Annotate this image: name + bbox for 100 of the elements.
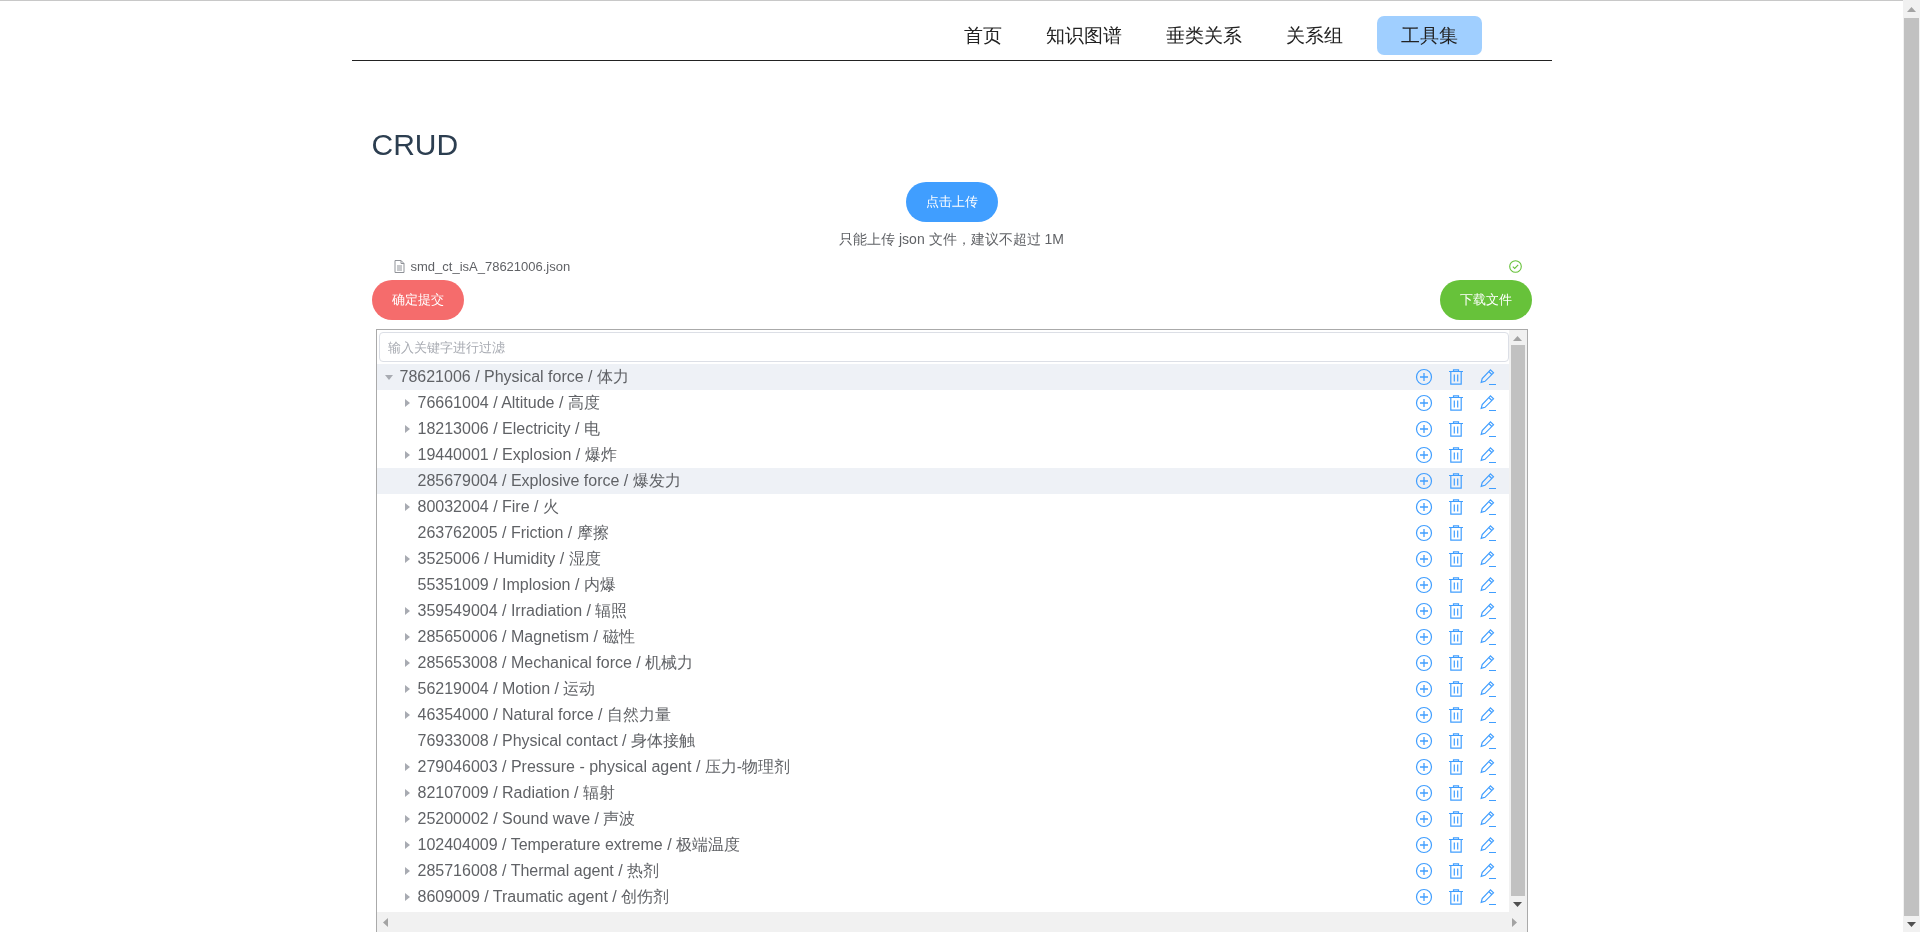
tree-node[interactable]: 80032004 / Fire / 火 — [376, 494, 1509, 520]
tree-node[interactable]: 19440001 / Explosion / 爆炸 — [376, 442, 1509, 468]
nav-link[interactable]: 垂类关系 — [1145, 16, 1262, 55]
delete-icon[interactable] — [1446, 498, 1465, 516]
delete-icon[interactable] — [1446, 628, 1465, 646]
node-label: 76933008 / Physical contact / 身体接触 — [417, 730, 696, 751]
horizontal-scrollbar[interactable] — [376, 912, 1527, 932]
delete-icon[interactable] — [1446, 472, 1465, 490]
delete-icon[interactable] — [1446, 524, 1465, 542]
add-icon[interactable] — [1414, 628, 1433, 646]
edit-icon[interactable] — [1478, 602, 1497, 620]
delete-icon[interactable] — [1446, 706, 1465, 724]
tree-node[interactable]: 76661004 / Altitude / 高度 — [376, 390, 1509, 416]
edit-icon[interactable] — [1478, 654, 1497, 672]
add-icon[interactable] — [1414, 472, 1433, 490]
edit-icon[interactable] — [1478, 680, 1497, 698]
tree-node[interactable]: 78621006 / Physical force / 体力 — [376, 364, 1509, 390]
edit-icon[interactable] — [1478, 472, 1497, 490]
edit-icon[interactable] — [1478, 836, 1497, 854]
add-icon[interactable] — [1414, 758, 1433, 776]
tree-node[interactable]: 56219004 / Motion / 运动 — [376, 676, 1509, 702]
add-icon[interactable] — [1414, 706, 1433, 724]
edit-icon[interactable] — [1478, 420, 1497, 438]
delete-icon[interactable] — [1446, 368, 1465, 386]
tree-node[interactable]: 76933008 / Physical contact / 身体接触 — [376, 728, 1509, 754]
edit-icon[interactable] — [1478, 394, 1497, 412]
delete-icon[interactable] — [1446, 576, 1465, 594]
add-icon[interactable] — [1414, 680, 1433, 698]
add-icon[interactable] — [1414, 524, 1433, 542]
add-icon[interactable] — [1414, 446, 1433, 464]
add-icon[interactable] — [1414, 420, 1433, 438]
edit-icon[interactable] — [1478, 368, 1497, 386]
scroll-right-icon[interactable] — [1511, 917, 1517, 927]
delete-icon[interactable] — [1446, 654, 1465, 672]
delete-icon[interactable] — [1446, 810, 1465, 828]
add-icon[interactable] — [1414, 784, 1433, 802]
nav-link[interactable]: 知识图谱 — [1025, 16, 1142, 55]
add-icon[interactable] — [1414, 576, 1433, 594]
filter-input[interactable]: 输入关键字进行过滤 — [378, 332, 1509, 362]
add-icon[interactable] — [1414, 654, 1433, 672]
delete-icon[interactable] — [1446, 602, 1465, 620]
tree-node[interactable]: 25200002 / Sound wave / 声波 — [376, 806, 1509, 832]
edit-icon[interactable] — [1478, 498, 1497, 516]
tree-node[interactable]: 359549004 / Irradiation / 辐照 — [376, 598, 1509, 624]
tree-node[interactable]: 3525006 / Humidity / 湿度 — [376, 546, 1509, 572]
nav-link[interactable]: 首页 — [943, 16, 1022, 55]
tree-node[interactable]: 279046003 / Pressure - physical agent / 压力-物理剂 — [376, 754, 1509, 780]
edit-icon[interactable] — [1478, 888, 1497, 906]
edit-icon[interactable] — [1478, 758, 1497, 776]
delete-icon[interactable] — [1446, 446, 1465, 464]
delete-icon[interactable] — [1446, 888, 1465, 906]
tree-node[interactable]: 285716008 / Thermal agent / 热剂 — [376, 858, 1509, 884]
edit-icon[interactable] — [1478, 550, 1497, 568]
add-icon[interactable] — [1414, 888, 1433, 906]
edit-icon[interactable] — [1478, 628, 1497, 646]
delete-icon[interactable] — [1446, 420, 1465, 438]
add-icon[interactable] — [1414, 394, 1433, 412]
delete-icon[interactable] — [1446, 394, 1465, 412]
delete-icon[interactable] — [1446, 836, 1465, 854]
edit-icon[interactable] — [1478, 706, 1497, 724]
tree-node[interactable]: 82107009 / Radiation / 辐射 — [376, 780, 1509, 806]
page-scrollbar[interactable] — [1903, 0, 1920, 932]
nav-link[interactable]: 工具集 — [1376, 16, 1482, 55]
add-icon[interactable] — [1414, 368, 1433, 386]
tree-node[interactable]: 46354000 / Natural force / 自然力量 — [376, 702, 1509, 728]
add-icon[interactable] — [1414, 836, 1433, 854]
add-icon[interactable] — [1414, 550, 1433, 568]
scroll-up-icon[interactable] — [1513, 336, 1522, 341]
edit-icon[interactable] — [1478, 524, 1497, 542]
edit-icon[interactable] — [1478, 446, 1497, 464]
tree-node[interactable]: 285650006 / Magnetism / 磁性 — [376, 624, 1509, 650]
scroll-down-icon[interactable] — [1907, 922, 1916, 927]
tree-node[interactable]: 285653008 / Mechanical force / 机械力 — [376, 650, 1509, 676]
vertical-scrollbar[interactable] — [1508, 330, 1527, 912]
edit-icon[interactable] — [1478, 732, 1497, 750]
edit-icon[interactable] — [1478, 784, 1497, 802]
tree-node[interactable]: 263762005 / Friction / 摩擦 — [376, 520, 1509, 546]
delete-icon[interactable] — [1446, 862, 1465, 880]
delete-icon[interactable] — [1446, 550, 1465, 568]
tree-node[interactable]: 8609009 / Traumatic agent / 创伤剂 — [376, 884, 1509, 910]
edit-icon[interactable] — [1478, 576, 1497, 594]
delete-icon[interactable] — [1446, 732, 1465, 750]
tree-node[interactable]: 18213006 / Electricity / 电 — [376, 416, 1509, 442]
add-icon[interactable] — [1414, 810, 1433, 828]
delete-icon[interactable] — [1446, 784, 1465, 802]
edit-icon[interactable] — [1478, 862, 1497, 880]
add-icon[interactable] — [1414, 732, 1433, 750]
nav-link[interactable]: 关系组 — [1265, 16, 1363, 55]
add-icon[interactable] — [1414, 602, 1433, 620]
add-icon[interactable] — [1414, 862, 1433, 880]
add-icon[interactable] — [1414, 498, 1433, 516]
tree-node[interactable]: 55351009 / Implosion / 内爆 — [376, 572, 1509, 598]
tree-node[interactable]: 102404009 / Temperature extreme / 极端温度 — [376, 832, 1509, 858]
delete-icon[interactable] — [1446, 680, 1465, 698]
scroll-left-icon[interactable] — [382, 917, 388, 927]
delete-icon[interactable] — [1446, 758, 1465, 776]
tree-node[interactable]: 285679004 / Explosive force / 爆发力 — [376, 468, 1509, 494]
scroll-down-icon[interactable] — [1513, 902, 1522, 907]
edit-icon[interactable] — [1478, 810, 1497, 828]
scroll-up-icon[interactable] — [1907, 7, 1916, 12]
